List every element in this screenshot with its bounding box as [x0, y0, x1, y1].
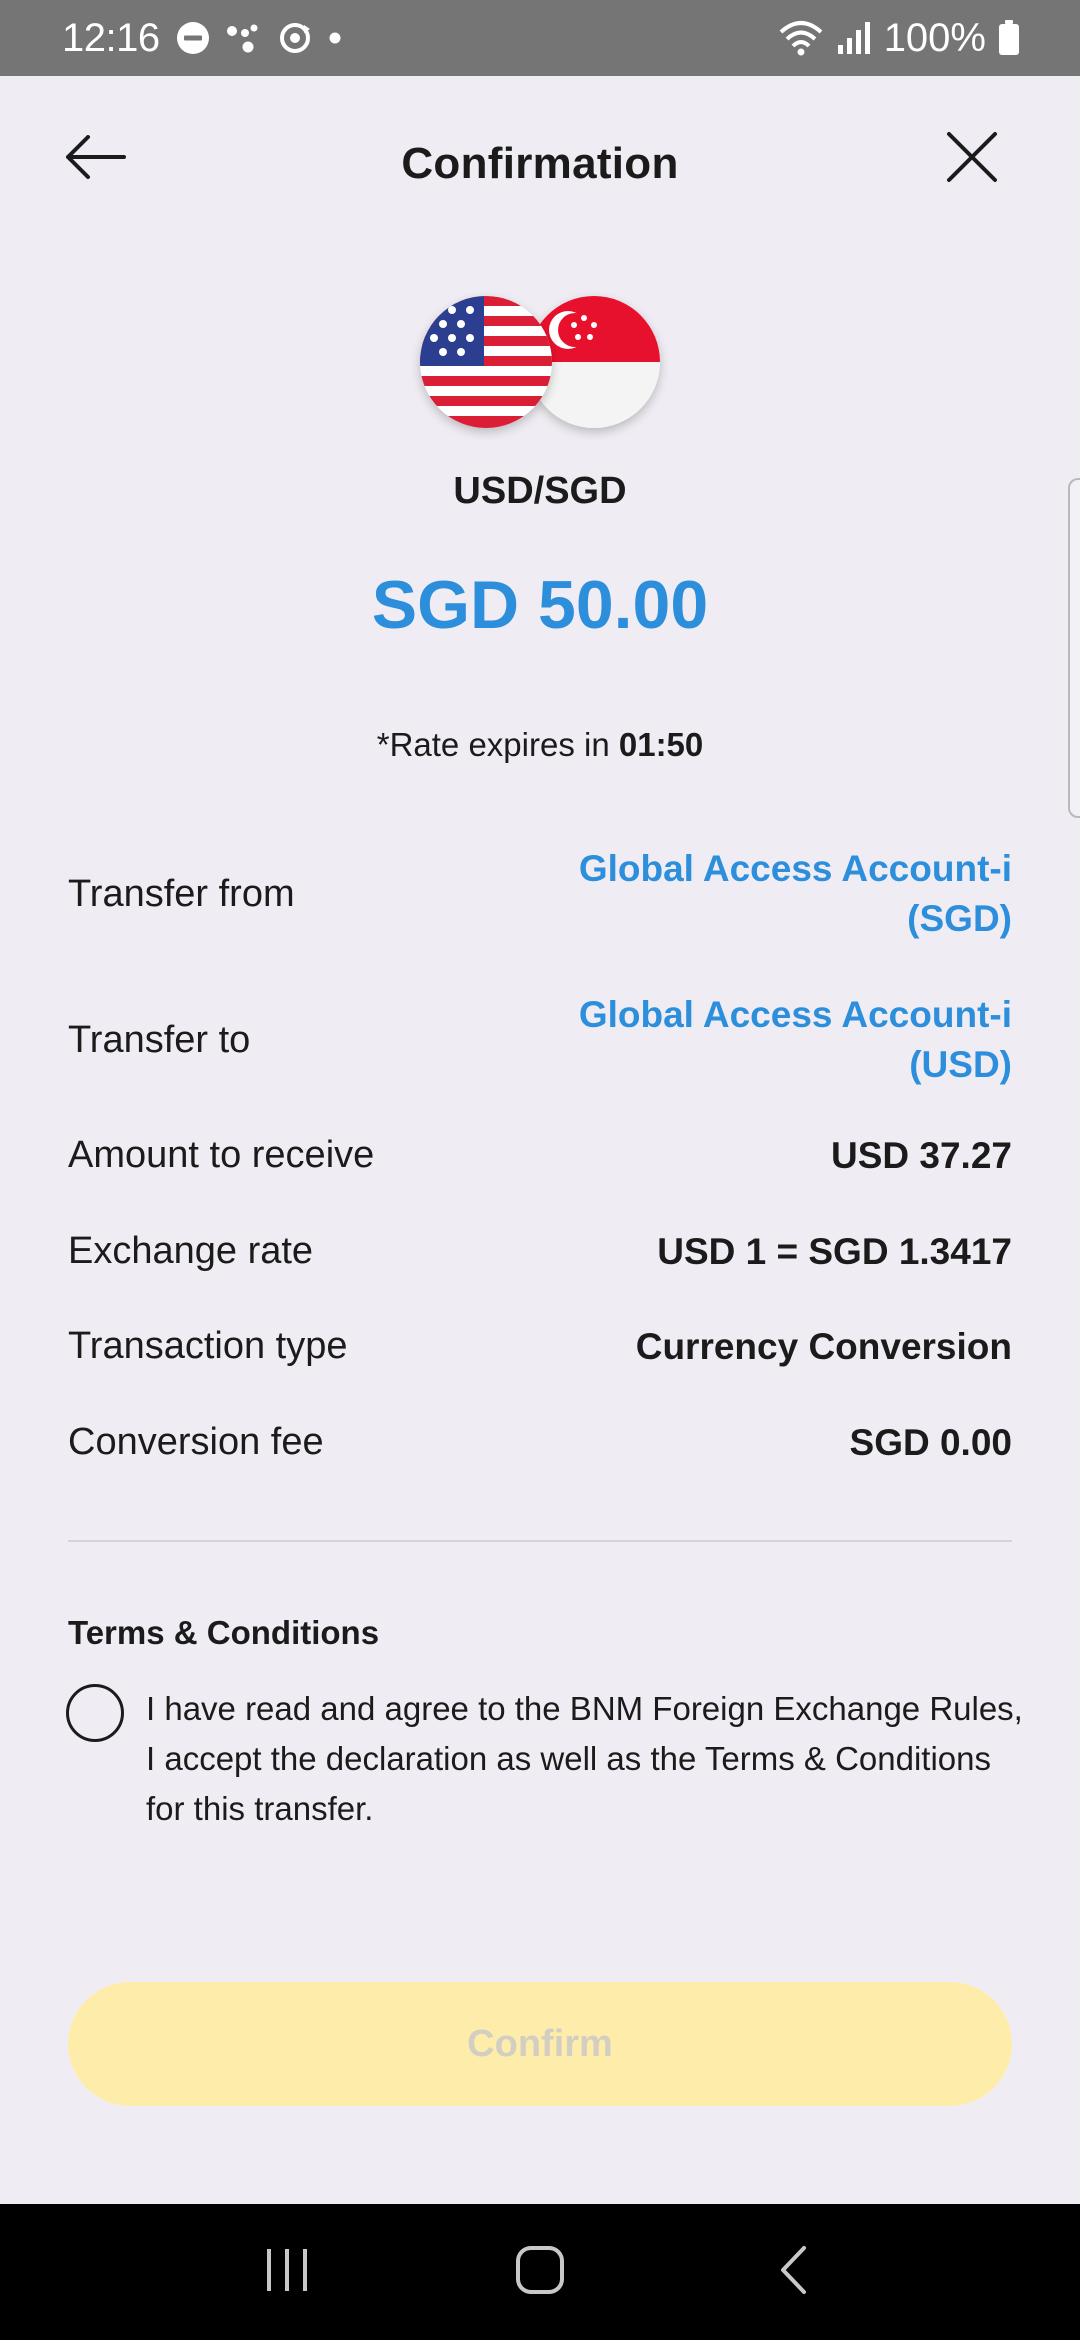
page-title: Confirmation: [401, 139, 679, 188]
chevron-left-icon: [778, 2245, 808, 2300]
transfer-to-currency: (USD): [909, 1044, 1012, 1085]
assistant-icon: [226, 23, 262, 53]
exchange-rate-value: USD 1 = SGD 1.3417: [657, 1230, 1012, 1272]
amount-to-receive-label: Amount to receive: [68, 1134, 375, 1176]
transfer-to-value: Global Access Account-i (USD): [579, 990, 1012, 1090]
exchange-rate-label: Exchange rate: [68, 1230, 314, 1272]
conversion-fee-value: SGD 0.00: [849, 1421, 1012, 1463]
sync-icon: [278, 21, 312, 55]
currency-pair: USD/SGD: [453, 470, 627, 512]
exchange-rate-row: Exchange rate USD 1 = SGD 1.3417: [68, 1230, 1012, 1273]
transfer-from-account: Global Access Account-i: [578, 848, 1012, 889]
transaction-type-label: Transaction type: [68, 1325, 348, 1367]
transfer-from-currency: (SGD): [907, 898, 1012, 939]
close-icon: [946, 131, 998, 188]
battery-percent: 100%: [883, 15, 986, 60]
back-button[interactable]: [64, 131, 134, 187]
navigation-bar: [0, 2204, 1080, 2340]
rate-expiry-timer: 01:50: [618, 726, 704, 763]
system-back-button[interactable]: [753, 2232, 833, 2312]
divider: [68, 1540, 1012, 1542]
status-bar: 12:16 100%: [0, 0, 1080, 76]
transfer-to-label: Transfer to: [68, 1018, 251, 1061]
conversion-amount: SGD 50.00: [371, 567, 709, 643]
status-time: 12:16: [62, 15, 160, 60]
signal-icon: [836, 21, 872, 55]
rate-expiry: *Rate expires in 01:50: [0, 726, 1080, 764]
confirm-button[interactable]: Confirm: [68, 1982, 1012, 2106]
terms-text: I have read and agree to the BNM Foreign…: [146, 1690, 1023, 1827]
status-bar-left: 12:16: [62, 16, 342, 61]
amount-to-receive-row: Amount to receive USD 37.27: [68, 1134, 1012, 1177]
transfer-to-account: Global Access Account-i: [578, 994, 1012, 1035]
dnd-icon: [176, 21, 210, 55]
close-button[interactable]: [944, 131, 1000, 187]
scroll-handle[interactable]: [1068, 478, 1080, 818]
recent-apps-icon: [263, 2247, 311, 2298]
wifi-icon: [778, 20, 824, 56]
conversion-fee-label: Conversion fee: [68, 1421, 324, 1463]
recent-apps-button[interactable]: [247, 2232, 327, 2312]
transaction-type-value: Currency Conversion: [635, 1325, 1012, 1367]
us-flag-icon: [420, 296, 552, 428]
home-button[interactable]: [500, 2232, 580, 2312]
status-bar-right: 100%: [778, 16, 1020, 61]
transaction-type-row: Transaction type Currency Conversion: [68, 1325, 1012, 1368]
rate-expiry-prefix: *Rate expires in: [376, 726, 619, 763]
amount-to-receive-value: USD 37.27: [831, 1134, 1012, 1176]
transfer-from-row: Transfer from Global Access Account-i (S…: [68, 844, 1012, 944]
arrow-left-icon: [64, 134, 126, 184]
currency-flags: [0, 296, 1080, 436]
home-icon: [515, 2245, 565, 2300]
transfer-from-label: Transfer from: [68, 872, 295, 915]
battery-icon: [998, 20, 1020, 56]
transfer-to-row: Transfer to Global Access Account-i (USD…: [68, 990, 1012, 1090]
top-app-bar: Confirmation: [0, 76, 1080, 252]
terms-heading: Terms & Conditions: [68, 1614, 380, 1651]
transfer-from-value: Global Access Account-i (SGD): [579, 844, 1012, 944]
dot-icon: [328, 31, 342, 45]
terms-checkbox[interactable]: [66, 1684, 124, 1742]
conversion-fee-row: Conversion fee SGD 0.00: [68, 1421, 1012, 1464]
